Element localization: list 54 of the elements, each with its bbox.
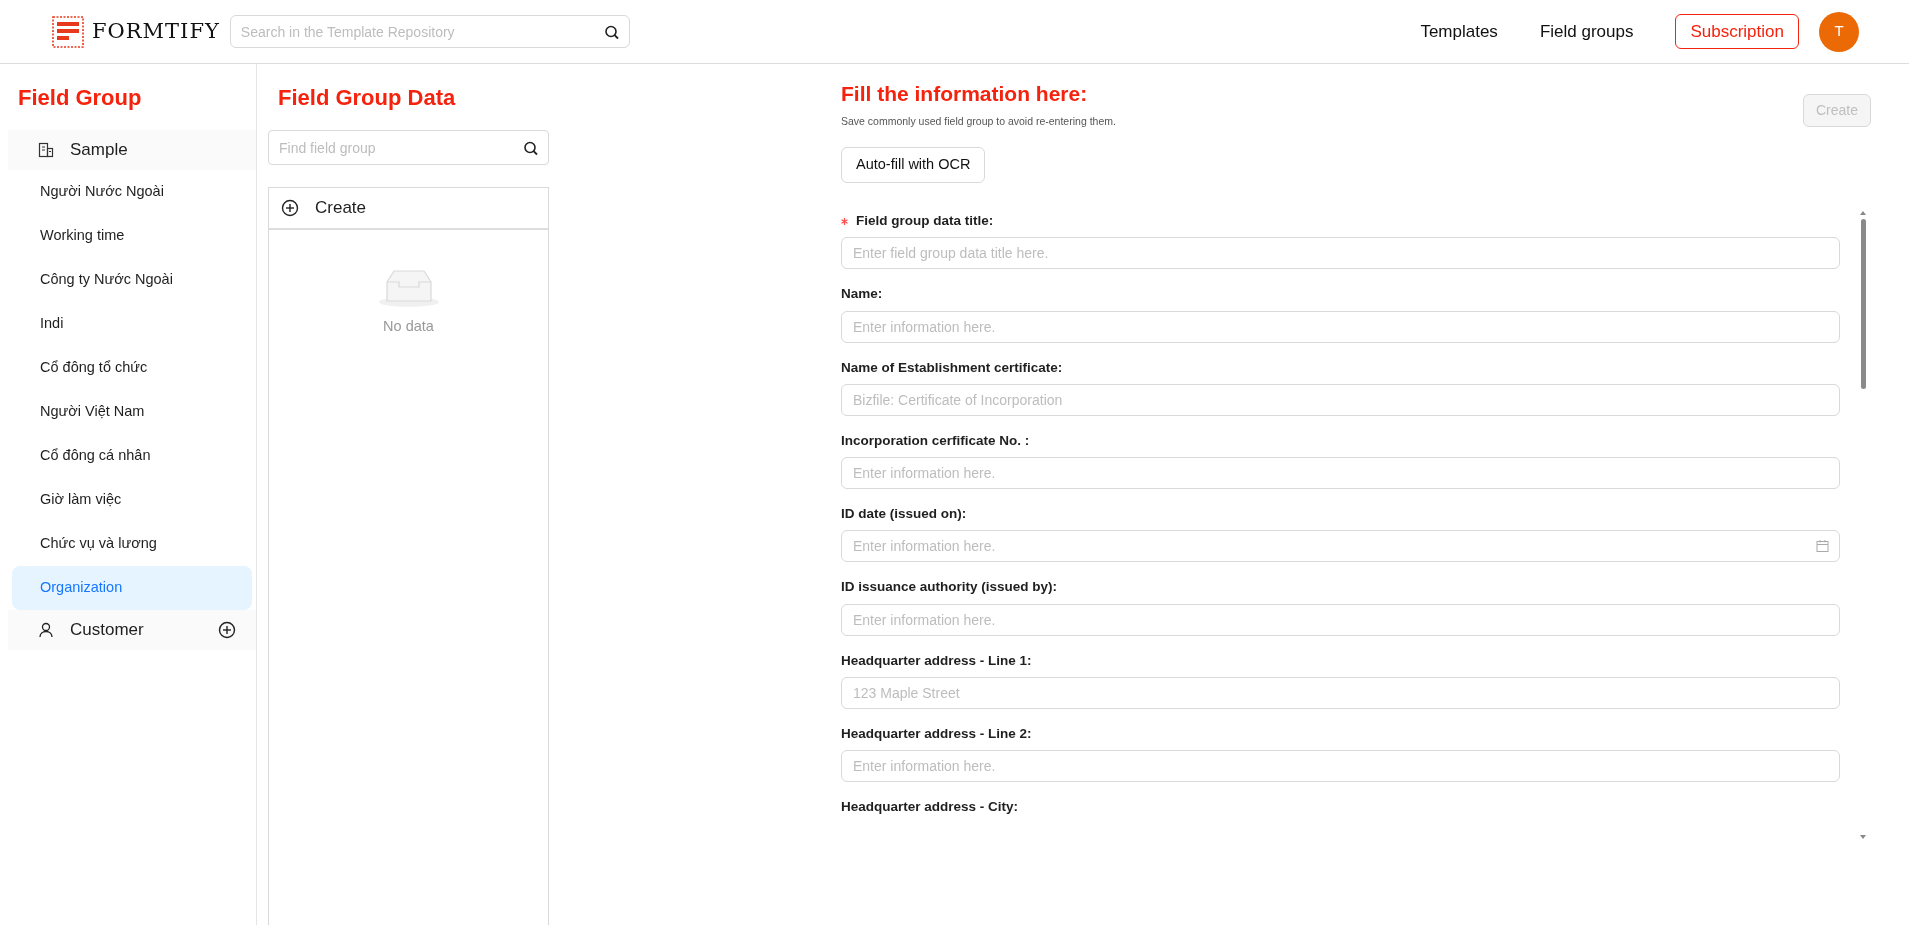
field-label: Headquarter address - Line 1:	[841, 651, 1032, 670]
date-field[interactable]: Enter information here.	[841, 530, 1840, 563]
sidebar-item[interactable]: Cổ đông cá nhân	[12, 434, 252, 478]
search-icon	[603, 24, 619, 39]
nav-link[interactable]: Field groups	[1539, 18, 1634, 45]
sidebar-item[interactable]: Công ty Nước Ngoài	[12, 258, 252, 302]
ocr-button[interactable]: Auto-fill with OCR	[841, 147, 986, 183]
sidebar-item[interactable]: Cổ đông tổ chức	[12, 346, 252, 390]
input-field[interactable]: Enter information here.	[841, 457, 1840, 489]
sidebar-title: Field Group	[17, 84, 143, 112]
group-label: Customer	[70, 619, 144, 642]
field-label: Name of Establishment certificate:	[841, 358, 1063, 377]
field-label: ID issuance authority (issued by):	[841, 578, 1058, 597]
input-field[interactable]: Bizfile: Certificate of Incorporation	[841, 383, 1840, 416]
form-subtitle: Save commonly used field group to avoid re-entering them.	[841, 113, 1116, 129]
sidebar-item[interactable]: Organization	[12, 566, 252, 610]
field-label: Name:	[841, 285, 883, 304]
input-field[interactable]: Enter information here.	[841, 310, 1840, 343]
group-label: Sample	[70, 139, 128, 162]
logo-icon	[52, 15, 84, 48]
field-label: Field group data title:	[856, 212, 994, 230]
subscription-button[interactable]: Subscription	[1675, 13, 1799, 50]
field-label: ID date (issued on):	[841, 505, 967, 523]
sidebar-item[interactable]: Working time	[12, 214, 252, 258]
search-icon	[523, 140, 538, 155]
add-icon	[281, 199, 299, 217]
sidebar-item[interactable]: Người Việt Nam	[12, 390, 252, 434]
nav-link[interactable]: Templates	[1420, 18, 1498, 45]
empty-tray-icon	[376, 268, 441, 308]
field-label: Incorporation cerfificate No. :	[841, 431, 1030, 450]
input-field[interactable]: Enter information here.	[841, 750, 1840, 782]
calendar-icon	[1816, 539, 1829, 553]
logo-text: FORMTIFY	[92, 17, 220, 45]
input-field[interactable]: 123 Maple Street	[841, 676, 1840, 709]
group-header[interactable]: Sample	[8, 130, 256, 170]
empty-message: No data	[383, 317, 434, 336]
sidebar-item[interactable]: Giờ làm việc	[12, 478, 252, 522]
create-label: Create	[315, 197, 367, 220]
input-field[interactable]: Enter information here.	[841, 603, 1840, 636]
search-field[interactable]: Search in the Template Repository	[229, 15, 630, 48]
scrollbar[interactable]	[1858, 211, 1868, 839]
field-label: Headquarter address - City:	[841, 798, 1019, 816]
person-icon	[38, 622, 54, 638]
add-icon	[218, 621, 236, 639]
field-label: Headquarter address - Line 2:	[841, 724, 1032, 743]
form-title: Fill the information here:	[841, 81, 1089, 107]
sidebar-item[interactable]: Chức vụ và lương	[12, 522, 252, 566]
sidebar-item[interactable]: Người Nước Ngoài	[12, 170, 252, 214]
search-field[interactable]: Find field group	[268, 130, 549, 165]
input-field[interactable]: Enter field group data title here.	[841, 237, 1840, 270]
group-header[interactable]: Customer	[8, 610, 256, 650]
panel-title: Field Group Data	[277, 84, 457, 112]
building-icon	[38, 142, 54, 158]
sidebar-item[interactable]: Indi	[12, 302, 252, 346]
